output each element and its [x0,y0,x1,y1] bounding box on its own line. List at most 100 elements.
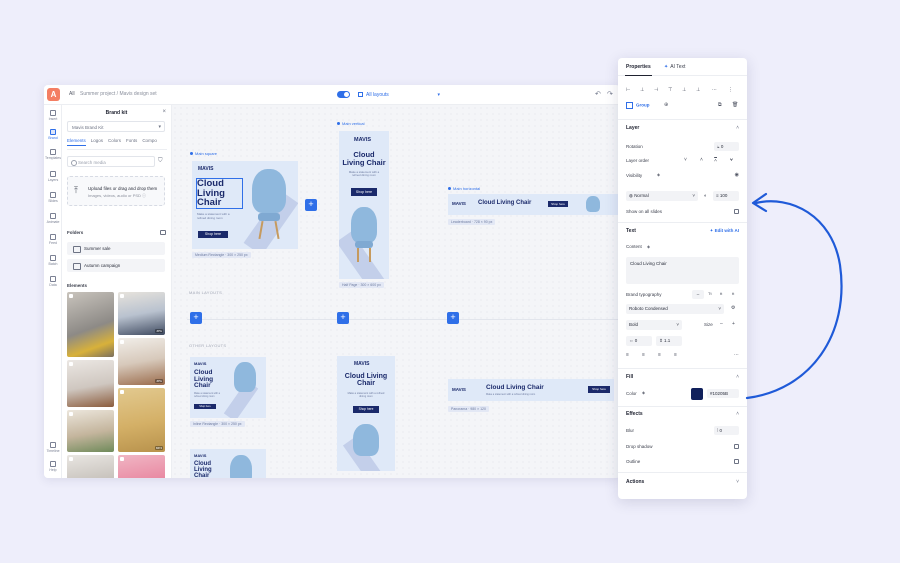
bring-forward-icon[interactable]: ˄ [700,157,703,163]
content-textarea[interactable]: Cloud Living Chair [626,257,739,284]
chevron-down-icon[interactable]: ˅ [684,157,687,163]
ad-shop-button[interactable]: Shop here [351,188,377,196]
ad-shop-button[interactable]: Shop here [353,406,379,413]
frame-label-main-horizontal[interactable]: Main horizontal [448,186,480,191]
filter-icon[interactable]: ⛉ [158,158,163,165]
media-thumbnail[interactable] [67,410,114,452]
ad-shop-button[interactable]: Shop here [548,201,568,207]
info-icon[interactable]: ◈ [642,390,645,395]
eye-icon[interactable]: ◉ [735,172,739,178]
brand-kit-select[interactable]: Mavis Brand Kit [67,121,165,132]
frame-label-main-vertical[interactable]: Main vertical [337,121,364,126]
blend-mode-select[interactable]: ◍ Normal ˅ [626,191,698,201]
blur-input[interactable]: ⁞ 0 [714,426,739,435]
tab-elements[interactable]: Elements [67,138,86,146]
color-hex-input[interactable]: #10205B [707,389,739,398]
rail-brand[interactable]: Brand [44,129,62,140]
tab-ai-text[interactable]: ✦ AI Text [664,64,685,70]
layouts-select[interactable]: All layouts ▾ [356,89,442,100]
ad-half-page-alt[interactable]: MAVIS Cloud Living Chair Make a statemen… [337,356,395,471]
media-thumbnail[interactable]: JPG [118,338,165,385]
info-icon[interactable]: ◈ [647,244,650,249]
preview-toggle[interactable] [337,91,350,98]
typography-option[interactable]: Tt [708,291,712,296]
ad-shop-button[interactable]: Shop here [588,386,610,393]
text-align-left-icon[interactable]: ≡ [626,352,629,358]
chevron-up-icon[interactable]: ˄ [736,411,739,417]
group-button[interactable]: Group [626,102,650,109]
rail-data[interactable]: Data [44,276,62,287]
duplicate-icon[interactable]: ⧉ [718,102,722,108]
ad-inline-rectangle[interactable]: MAVIS Cloud Living Chair Make a statemen… [190,357,266,418]
text-align-center-icon[interactable]: ≡ [642,352,645,358]
opacity-input[interactable]: ≡ 100 [713,191,739,201]
add-variant-button[interactable]: + [305,199,317,211]
rail-timeline[interactable]: Timeline [44,442,62,453]
typography-option[interactable]: tt [732,291,734,296]
search-input[interactable]: Search media [67,156,155,167]
typography-none-button[interactable]: – [692,290,704,299]
tab-colors[interactable]: Colors [108,138,121,146]
align-right-icon[interactable]: ⊣ [654,87,658,93]
distribute-h-icon[interactable]: ⋯ [712,87,717,93]
ad-partial[interactable]: MAVIS Cloud Living Chair [190,449,266,478]
target-icon[interactable]: ⊕ [664,102,668,108]
add-layout-button[interactable]: + [337,312,349,324]
media-thumbnail[interactable] [67,455,114,478]
trash-icon[interactable]: 🗑 [732,102,738,108]
media-thumbnail[interactable] [118,455,165,478]
undo-icon[interactable]: ↶ [595,90,601,98]
ad-headline[interactable]: Cloud Living Chair [194,461,224,478]
ad-shop-button[interactable]: Shop here [198,231,228,238]
close-icon[interactable]: × [162,109,166,115]
ad-panorama[interactable]: MAVIS Cloud Living Chair Make a statemen… [448,379,614,401]
breadcrumb[interactable]: Summer project / Mavis design set [80,91,157,97]
increase-size-icon[interactable]: + [732,321,735,327]
design-canvas[interactable]: Main square MAVIS Cloud Living Chair Mak… [172,105,620,478]
rail-help[interactable]: Help [44,461,62,472]
rail-animate[interactable]: Animate [44,213,62,224]
typography-option[interactable]: tt [720,291,722,296]
font-family-select[interactable]: Roboto Condensed ˅ [626,304,724,314]
outline-checkbox[interactable] [734,459,739,464]
chevron-up-icon[interactable]: ˄ [736,374,739,380]
media-thumbnail[interactable] [67,360,114,407]
ad-headline[interactable]: Cloud Living Chair [486,384,544,392]
rail-layers[interactable]: Layers [44,171,62,182]
media-thumbnail[interactable]: MP4 [118,388,165,452]
folder-item[interactable]: Autumn campaign [67,259,165,272]
add-folder-icon[interactable] [160,230,166,235]
folder-item[interactable]: Summer sale [67,242,165,255]
bring-to-front-icon[interactable]: ⩞ [714,157,717,163]
chevron-down-icon[interactable]: ˅ [736,479,739,485]
edit-with-ai-button[interactable]: ✦ Edit with AI [710,228,739,234]
align-bottom-icon[interactable]: ⊥ [696,87,700,93]
rotation-input[interactable]: ⦣ 0 [714,142,739,151]
send-to-back-icon[interactable]: ⩝ [730,157,733,163]
letter-spacing-input[interactable]: ⇔ 0 [626,336,652,346]
rail-slides[interactable]: Slides [44,192,62,203]
media-thumbnail[interactable]: JPG [118,292,165,335]
rail-batch[interactable]: Batch [44,255,62,266]
tab-fonts[interactable]: Fonts [126,138,137,146]
ad-medium-rectangle[interactable]: MAVIS Cloud Living Chair Make a statemen… [192,161,298,249]
decrease-size-icon[interactable]: – [720,321,723,327]
media-thumbnail[interactable] [67,292,114,357]
tab-logos[interactable]: Logos [91,138,103,146]
ad-leaderboard[interactable]: MAVIS Cloud Living Chair Shop here [448,194,620,215]
color-swatch[interactable] [691,388,703,400]
add-layout-button[interactable]: + [447,312,459,324]
chevron-up-icon[interactable]: ˄ [736,125,739,131]
text-align-right-icon[interactable]: ≡ [658,352,661,358]
font-settings-icon[interactable]: ⚙ [731,305,735,311]
more-icon[interactable]: ⋯ [734,352,739,358]
upload-dropzone[interactable]: ⤒ Upload files or drag and drop them Ima… [67,176,165,206]
align-center-h-icon[interactable]: ⊥ [640,87,644,93]
ad-headline-selected[interactable]: Cloud Living Chair [196,178,243,209]
ad-headline[interactable]: Cloud Living Chair [478,200,531,206]
drop-shadow-checkbox[interactable] [734,444,739,449]
app-logo[interactable]: A [47,88,60,101]
all-projects-link[interactable]: All [69,91,75,97]
show-all-slides-checkbox[interactable] [734,209,739,214]
ad-headline[interactable]: Cloud Living Chair [342,151,386,166]
